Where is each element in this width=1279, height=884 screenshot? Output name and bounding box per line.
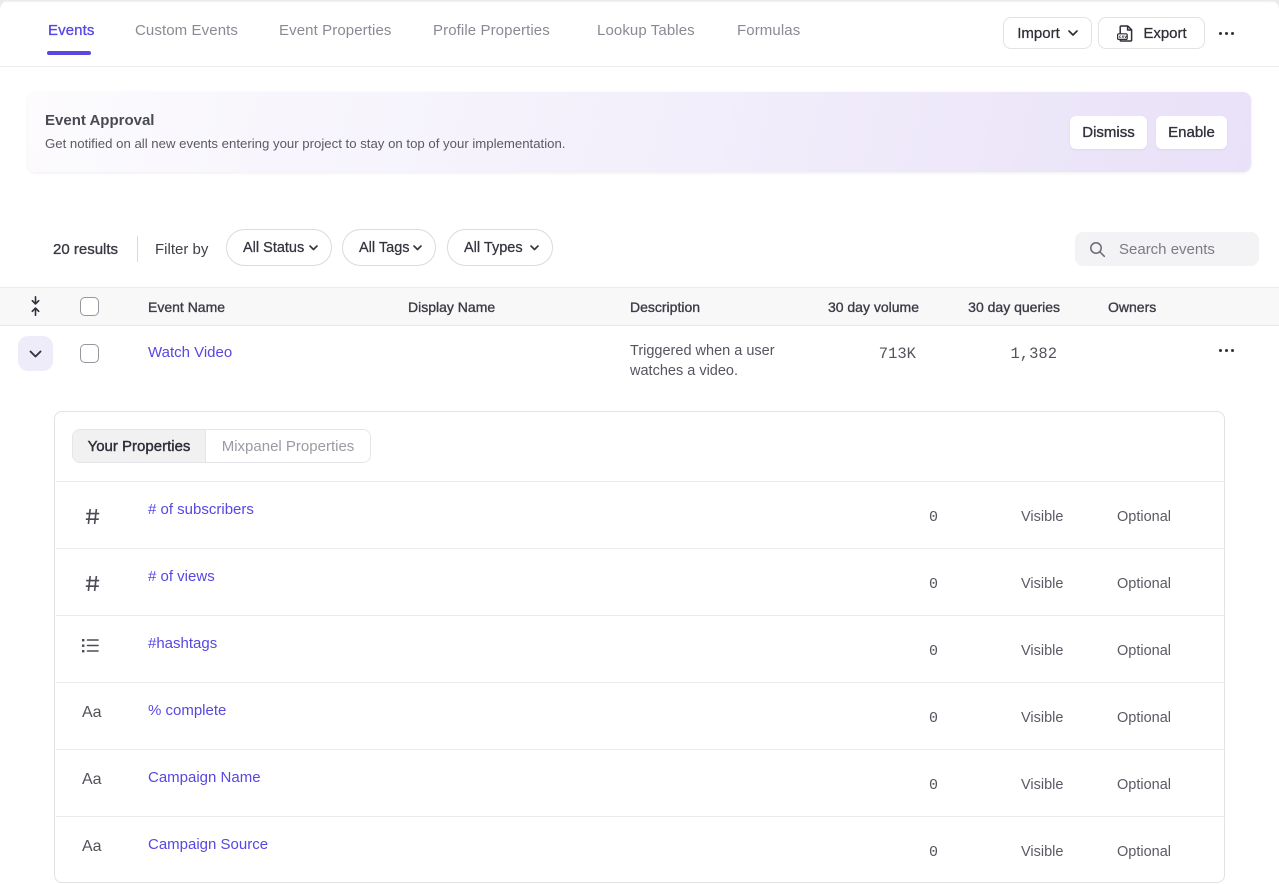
- svg-text:csv: csv: [1119, 34, 1128, 39]
